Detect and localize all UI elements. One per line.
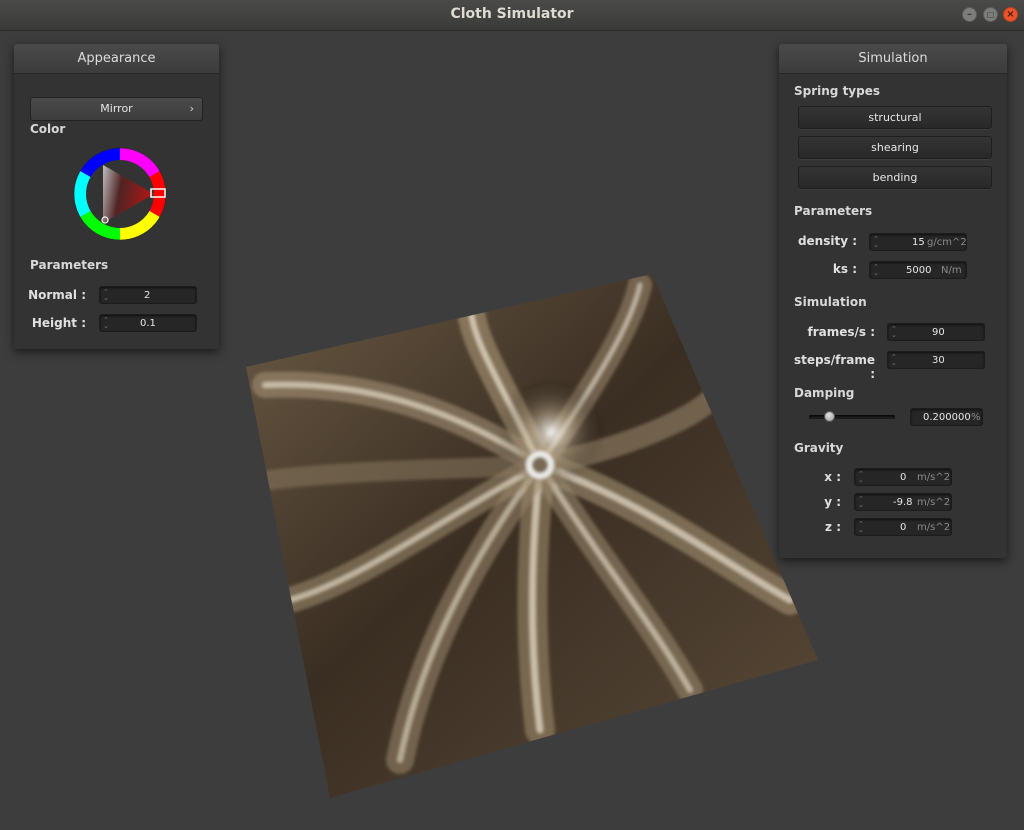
shader-popup-button[interactable]: Mirror ›	[30, 97, 203, 121]
gravity-z-value: 0	[900, 522, 907, 533]
density-field[interactable]: ⌃ ⌄ 15 g/cm^2	[869, 233, 967, 251]
damping-field[interactable]: 0.200000 %	[910, 408, 983, 426]
ks-value: 5000	[906, 265, 932, 276]
spinner-icon[interactable]: ⌃ ⌄	[103, 289, 110, 302]
appearance-parameters-label: Parameters	[30, 258, 109, 272]
density-unit: g/cm^2	[927, 237, 967, 248]
damping-label: Damping	[794, 386, 855, 400]
steps-per-frame-label: steps/frame :	[793, 353, 875, 381]
spinner-icon[interactable]: ⌃ ⌄	[103, 317, 110, 330]
gravity-y-value: -9.8	[893, 497, 913, 508]
minimize-icon: –	[967, 9, 972, 20]
spinner-icon[interactable]: ⌃ ⌄	[858, 521, 865, 534]
spinner-icon[interactable]: ⌃ ⌄	[858, 471, 865, 484]
gravity-x-value: 0	[900, 472, 907, 483]
maximize-icon: □	[986, 10, 995, 19]
simulation-panel: Simulation Spring types structural shear…	[779, 44, 1007, 558]
gravity-x-label: x :	[824, 470, 841, 484]
gravity-x-field[interactable]: ⌃ ⌄ 0 m/s^2	[854, 468, 952, 486]
normal-field[interactable]: ⌃ ⌄ 2	[99, 286, 197, 304]
color-wheel[interactable]	[72, 146, 168, 242]
simulation-parameters-label: Parameters	[794, 204, 873, 218]
close-button[interactable]: ×	[1003, 7, 1018, 22]
steps-per-frame-field[interactable]: ⌃ ⌄ 30	[887, 351, 985, 369]
maximize-button[interactable]: □	[983, 7, 998, 22]
spinner-icon[interactable]: ⌃ ⌄	[873, 236, 880, 249]
damping-slider-track[interactable]	[809, 415, 895, 419]
frames-per-second-field[interactable]: ⌃ ⌄ 90	[887, 323, 985, 341]
simulation-panel-title[interactable]: Simulation	[779, 44, 1007, 74]
gravity-z-label: z :	[825, 520, 841, 534]
ks-unit: N/m	[941, 265, 962, 276]
spinner-icon[interactable]: ⌃ ⌄	[858, 496, 865, 509]
minimize-button[interactable]: –	[962, 7, 977, 22]
gravity-x-unit: m/s^2	[917, 472, 951, 483]
window-title: Cloth Simulator	[450, 6, 574, 22]
shader-popup-label: Mirror	[100, 102, 133, 115]
title-bar: Cloth Simulator – □ ×	[0, 0, 1024, 31]
close-icon: ×	[1006, 9, 1015, 20]
appearance-panel-title[interactable]: Appearance	[14, 44, 219, 74]
gravity-z-unit: m/s^2	[917, 522, 951, 533]
damping-unit: %	[971, 412, 981, 423]
density-value: 15	[912, 237, 925, 248]
height-value: 0.1	[140, 318, 156, 329]
shearing-toggle-button[interactable]: shearing	[798, 136, 992, 159]
damping-slider-handle[interactable]	[824, 411, 835, 422]
frames-per-second-value: 90	[932, 327, 945, 338]
height-field[interactable]: ⌃ ⌄ 0.1	[99, 314, 197, 332]
gravity-z-field[interactable]: ⌃ ⌄ 0 m/s^2	[854, 518, 952, 536]
steps-per-frame-value: 30	[932, 355, 945, 366]
gravity-y-field[interactable]: ⌃ ⌄ -9.8 m/s^2	[854, 493, 952, 511]
gravity-y-label: y :	[824, 495, 841, 509]
structural-toggle-button[interactable]: structural	[798, 106, 992, 129]
height-label: Height :	[31, 316, 86, 330]
normal-label: Normal :	[28, 288, 86, 302]
gravity-y-unit: m/s^2	[917, 497, 951, 508]
spring-types-label: Spring types	[794, 84, 881, 98]
ks-label: ks :	[832, 262, 857, 276]
bending-toggle-button[interactable]: bending	[798, 166, 992, 189]
ks-field[interactable]: ⌃ ⌄ 5000 N/m	[869, 261, 967, 279]
spinner-icon[interactable]: ⌃ ⌄	[891, 326, 898, 339]
gravity-label: Gravity	[794, 441, 844, 455]
density-label: density :	[797, 234, 857, 248]
damping-value: 0.200000	[923, 412, 971, 423]
normal-value: 2	[144, 290, 151, 301]
frames-per-second-label: frames/s :	[807, 325, 875, 339]
spinner-icon[interactable]: ⌃ ⌄	[891, 354, 898, 367]
spinner-icon[interactable]: ⌃ ⌄	[873, 264, 880, 277]
chevron-right-icon: ›	[189, 102, 194, 115]
color-section-label: Color	[30, 122, 66, 136]
simulation-section-label: Simulation	[794, 295, 867, 309]
appearance-panel: Appearance Mirror › Color Parameters Nor…	[14, 44, 219, 349]
